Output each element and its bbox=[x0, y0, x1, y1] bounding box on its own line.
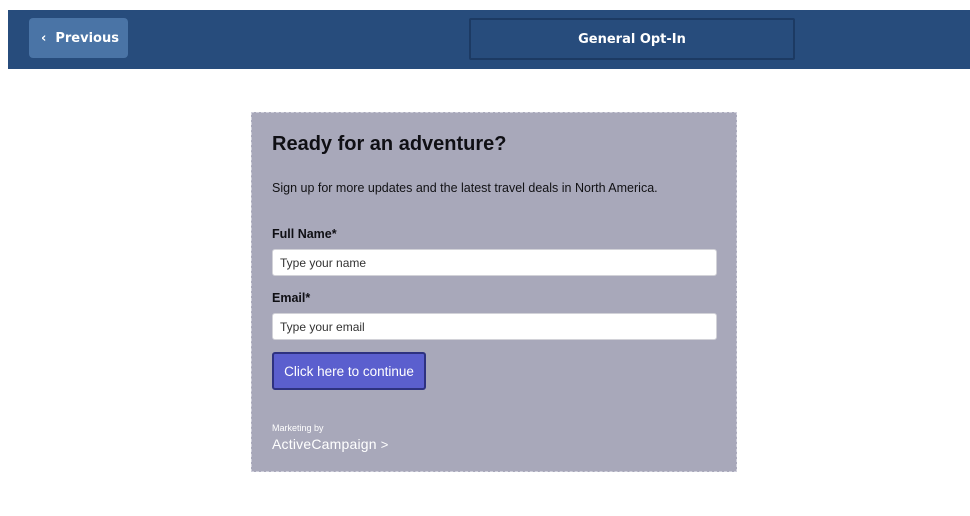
top-navigation-bar: ‹ Previous General Opt-In bbox=[8, 10, 970, 69]
activecampaign-logo[interactable]: ActiveCampaign > bbox=[272, 436, 389, 452]
opt-in-form: Ready for an adventure? Sign up for more… bbox=[251, 112, 737, 472]
brand-name: ActiveCampaign bbox=[272, 436, 377, 452]
marketing-by-text: Marketing by bbox=[272, 423, 324, 433]
form-name-title: General Opt-In bbox=[469, 18, 795, 60]
chevron-left-icon: ‹ bbox=[41, 30, 47, 46]
form-heading: Ready for an adventure? bbox=[272, 133, 507, 155]
previous-button-label: Previous bbox=[55, 30, 119, 46]
chevron-right-icon: > bbox=[380, 437, 389, 452]
full-name-input[interactable] bbox=[272, 249, 717, 276]
previous-button[interactable]: ‹ Previous bbox=[29, 18, 128, 58]
full-name-label: Full Name* bbox=[272, 227, 337, 241]
continue-button[interactable]: Click here to continue bbox=[272, 352, 426, 390]
email-label: Email* bbox=[272, 291, 311, 305]
email-input[interactable] bbox=[272, 313, 717, 340]
form-name-text: General Opt-In bbox=[578, 31, 686, 47]
form-subtext: Sign up for more updates and the latest … bbox=[272, 181, 658, 195]
